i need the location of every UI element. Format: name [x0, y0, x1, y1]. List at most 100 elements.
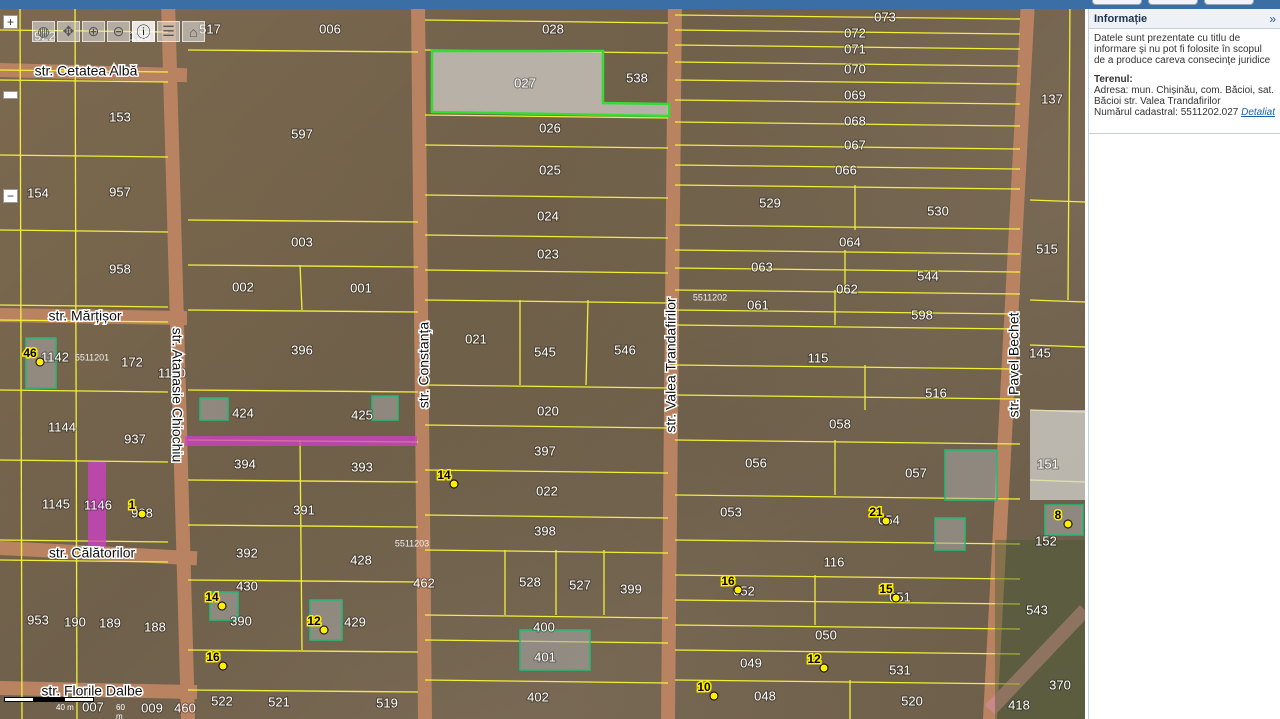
- parcel-label: 048: [754, 688, 776, 703]
- parcel-border: [74, 9, 78, 719]
- street-label: str. Călătorilor: [49, 545, 136, 561]
- poi-marker: [1063, 519, 1073, 529]
- zoom-in-button[interactable]: +: [3, 15, 18, 29]
- globe-icon[interactable]: ◍: [32, 21, 55, 42]
- zoom-slider-thumb[interactable]: [3, 91, 18, 99]
- poi-marker: [218, 661, 228, 671]
- parcel-label: 145: [1029, 345, 1051, 360]
- parcel-label: 370: [1049, 677, 1071, 692]
- details-link[interactable]: Detaliat: [1241, 107, 1275, 118]
- street-label: str. Pavel Bechet: [1006, 312, 1022, 417]
- parcel-label: 064: [839, 234, 861, 249]
- parcel-label: 062: [836, 281, 858, 296]
- poi-number: 14: [437, 468, 451, 482]
- parcel-border: [187, 389, 419, 393]
- parcel-border: [424, 194, 669, 199]
- parcel-label: 154: [27, 185, 49, 200]
- parcel-border: [0, 229, 169, 233]
- parcel-border: [187, 309, 419, 313]
- address-text: Adresa: mun. Chișinău, com. Băcioi, sat.…: [1094, 85, 1275, 107]
- parcel-label: 172: [121, 354, 143, 369]
- measure-icon[interactable]: ☰: [157, 21, 180, 42]
- home-icon[interactable]: ⌂: [182, 21, 205, 42]
- parcel-border: [424, 679, 669, 684]
- parcel-label: 050: [815, 627, 837, 642]
- parcel-label: 001: [350, 280, 372, 295]
- poi-marker: [449, 479, 459, 489]
- parcel-label: 023: [537, 246, 559, 261]
- parcel-border: [187, 479, 419, 483]
- parcel-border: [424, 384, 669, 389]
- parcel-label: 418: [1008, 697, 1030, 712]
- parcel-label: 115: [808, 350, 829, 365]
- zoom-in-icon[interactable]: ⊕: [82, 21, 105, 42]
- street-label: str. Cetatea Albă: [35, 63, 138, 79]
- parcel-border: [424, 144, 669, 149]
- info-panel-header: Informație »: [1089, 9, 1280, 29]
- poi-marker: [319, 625, 329, 635]
- block-code: 5511201: [75, 352, 109, 362]
- parcel-label: 429: [344, 614, 366, 629]
- parcel-label: 400: [533, 619, 555, 634]
- parcel-label: 063: [751, 259, 773, 274]
- parcel-label: 024: [537, 208, 559, 223]
- parcel-label: 006: [319, 21, 341, 36]
- parcel-border: [0, 304, 169, 308]
- parcel-border: [674, 249, 1021, 255]
- top-tab[interactable]: [1204, 0, 1254, 5]
- poi-marker: [709, 691, 719, 701]
- parcel-label: 527: [569, 577, 591, 592]
- parcel-label: 399: [620, 581, 642, 596]
- zoom-out-button[interactable]: −: [3, 189, 18, 203]
- info-icon[interactable]: ⓘ: [132, 21, 155, 42]
- parcel-border: [674, 184, 1021, 190]
- info-panel: Informație » Datele sunt prezentate cu t…: [1088, 9, 1280, 719]
- cadastral-map[interactable]: 9221365170060280730720710700690680670660…: [0, 9, 1085, 719]
- field-area: [995, 540, 1085, 719]
- parcel-label: 598: [911, 307, 933, 322]
- street-label: str. Constanța: [416, 322, 432, 409]
- parcel-border: [674, 324, 1021, 330]
- parcel-label: 538: [626, 70, 648, 85]
- poi-number: 14: [205, 590, 219, 604]
- poi-number: 12: [307, 614, 321, 628]
- parcel-border: [674, 267, 1021, 273]
- parcel-border: [299, 439, 303, 651]
- parcel-label: 937: [124, 431, 146, 446]
- parcel-label: 543: [1026, 602, 1048, 617]
- parcel-border: [187, 264, 419, 268]
- info-panel-title: Informație: [1094, 12, 1148, 25]
- zoom-out-icon[interactable]: ⊖: [107, 21, 130, 42]
- pan-icon[interactable]: ✥: [57, 21, 80, 42]
- parcel-border: [674, 14, 1021, 20]
- parcel-border: [424, 424, 669, 429]
- poi-marker: [881, 516, 891, 526]
- parcel-label: 058: [829, 416, 851, 431]
- parcel-label: 056: [745, 455, 767, 470]
- top-tab[interactable]: [1148, 0, 1198, 5]
- parcel-label: 152: [1035, 533, 1057, 548]
- scale-label: 40 m: [56, 703, 74, 712]
- poi-number: 1: [129, 498, 136, 512]
- parcel-label: 002: [232, 279, 254, 294]
- parcel-label: 402: [527, 689, 549, 704]
- parcel-border: [0, 154, 169, 158]
- land-title: Terenul:: [1094, 74, 1133, 85]
- parcel-border: [187, 49, 419, 53]
- parcel-border: [187, 579, 419, 583]
- parcel-label: 071: [844, 41, 866, 56]
- poi-number: 10: [697, 680, 711, 694]
- parcel-border: [674, 539, 1021, 545]
- top-tab[interactable]: [1092, 0, 1142, 5]
- parcel-border: [674, 624, 1021, 630]
- parcel-border: [1067, 9, 1071, 301]
- parcel-label: 398: [534, 523, 556, 538]
- poi-number: 15: [879, 582, 893, 596]
- parcel-border: [424, 269, 669, 274]
- map-canvas[interactable]: 9221365170060280730720710700690680670660…: [0, 9, 1085, 719]
- chevron-right-icon[interactable]: »: [1269, 12, 1276, 26]
- parcel-label: 462: [413, 575, 435, 590]
- parcel-label: 057: [905, 465, 927, 480]
- parcel-label: 1144: [48, 419, 76, 434]
- parcel-label: 396: [291, 342, 313, 357]
